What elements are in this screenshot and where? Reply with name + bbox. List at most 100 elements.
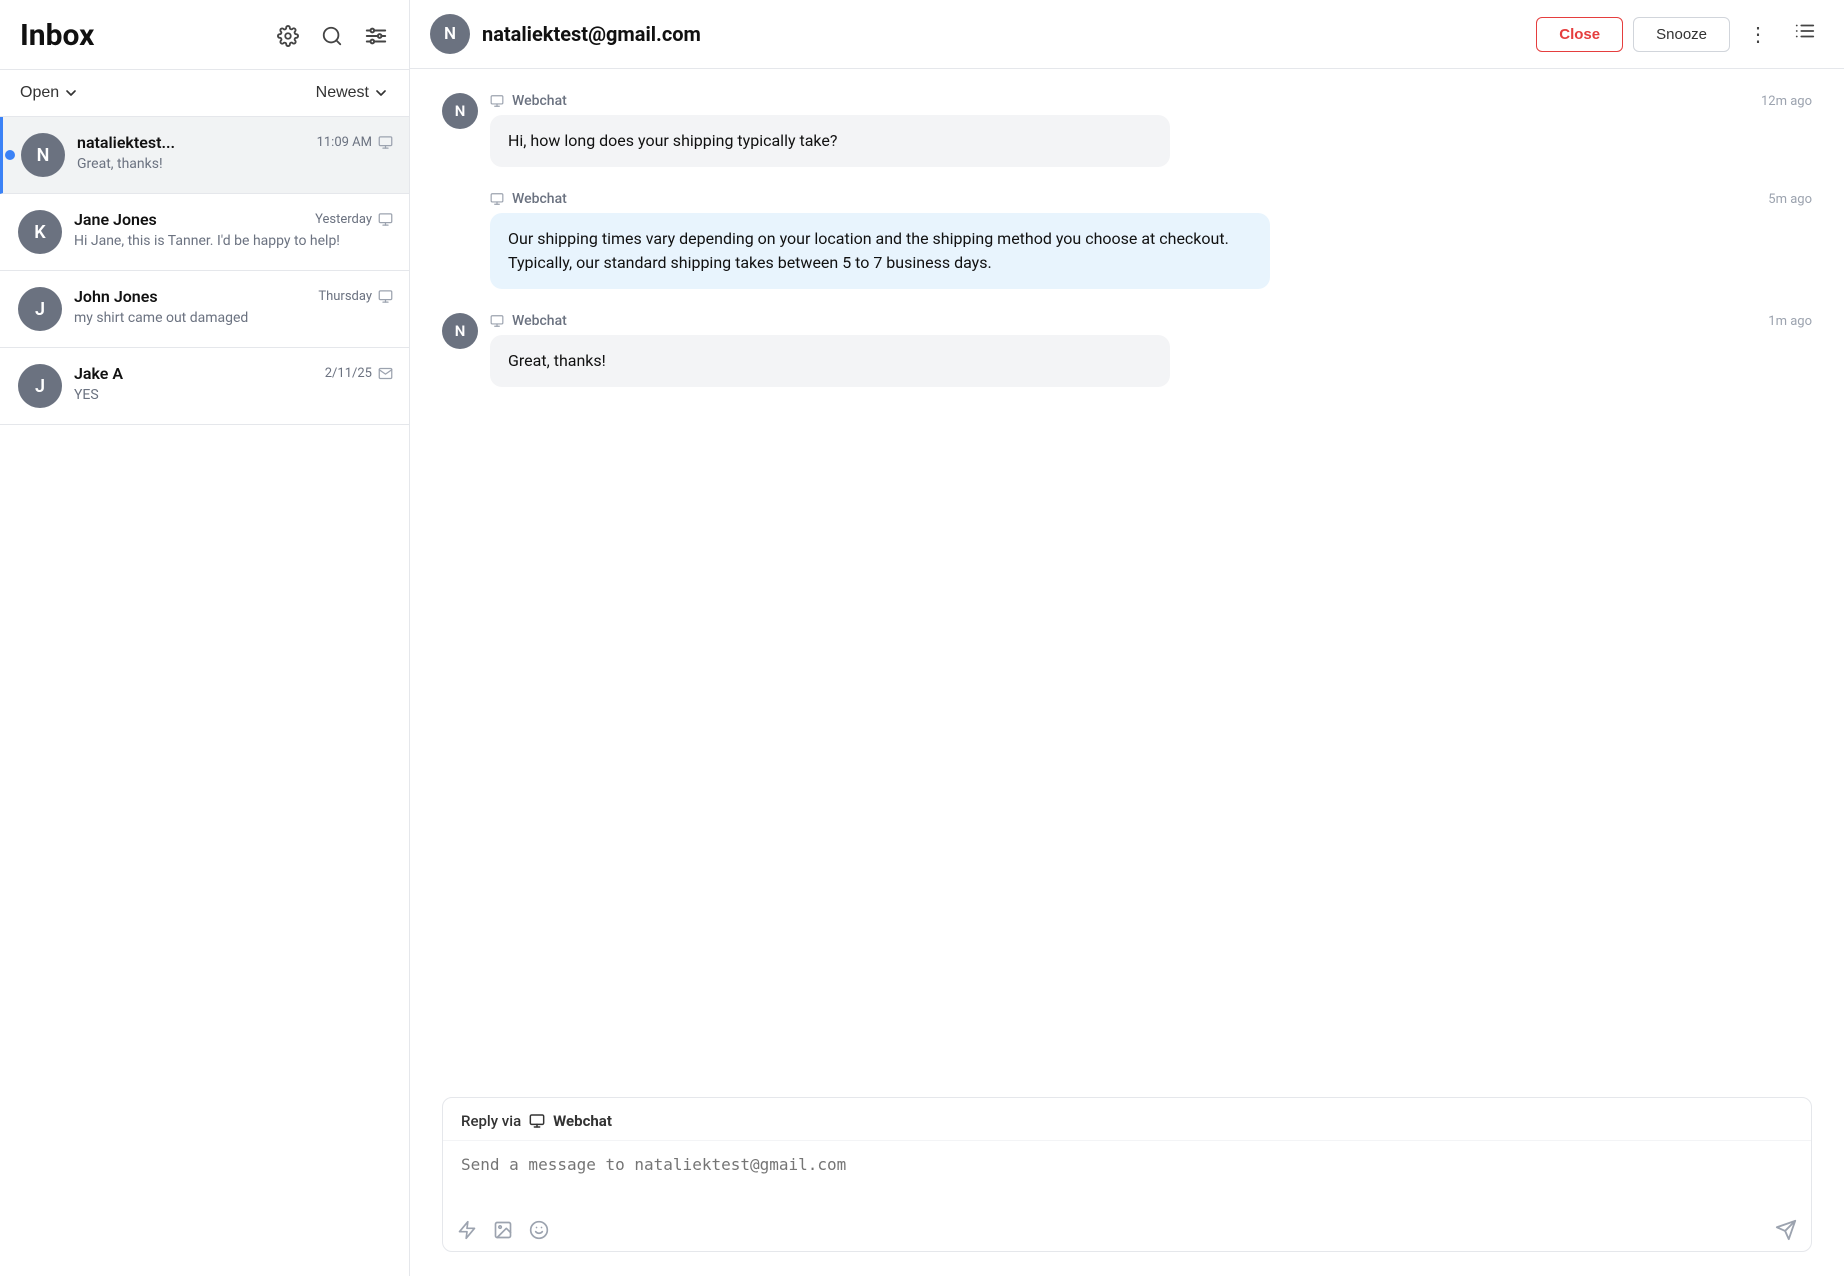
sort-filter[interactable]: Newest: [316, 84, 389, 102]
msg-content: Webchat 12m ago Hi, how long does your s…: [490, 93, 1812, 167]
conv-preview: Great, thanks!: [77, 156, 357, 172]
left-header-icons: [275, 23, 389, 49]
conv-time: Yesterday: [315, 212, 372, 227]
list-item[interactable]: N nataliektest... 11:09 AM Great, thanks…: [0, 117, 409, 194]
avatar: N: [21, 133, 65, 177]
list-item[interactable]: J John Jones Thursday my shirt came out …: [0, 271, 409, 348]
webchat-icon: [490, 94, 504, 108]
right-panel: N nataliektest@gmail.com Close Snooze ⋮: [410, 0, 1844, 1276]
send-button[interactable]: [1775, 1219, 1797, 1241]
right-header: N nataliektest@gmail.com Close Snooze ⋮: [410, 0, 1844, 69]
conv-content: Jake A 2/11/25 YES: [74, 364, 393, 403]
send-icon: [1775, 1219, 1797, 1241]
conv-time: 2/11/25: [325, 366, 372, 381]
msg-channel: Webchat: [512, 191, 567, 207]
conv-top: Jane Jones Yesterday: [74, 210, 393, 229]
msg-bubble-blue: Our shipping times vary depending on you…: [490, 213, 1270, 289]
more-options-button[interactable]: ⋮: [1740, 18, 1776, 51]
channel-icon: [378, 212, 393, 227]
filter-icon: [365, 25, 387, 47]
search-icon: [321, 25, 343, 47]
close-button[interactable]: Close: [1536, 17, 1623, 52]
image-icon: [493, 1220, 513, 1240]
conv-name: Jane Jones: [74, 210, 157, 229]
conv-time: Thursday: [318, 289, 372, 304]
conv-time: 11:09 AM: [317, 135, 372, 150]
msg-avatar: N: [442, 93, 478, 129]
snooze-button[interactable]: Snooze: [1633, 17, 1730, 52]
settings-button[interactable]: [275, 23, 301, 49]
msg-time: 1m ago: [1768, 314, 1812, 329]
conv-time-wrap: 11:09 AM: [317, 135, 393, 150]
message-group: N Webchat 12m ago Hi, how long does your…: [442, 93, 1812, 167]
conv-content: John Jones Thursday my shirt came out da…: [74, 287, 393, 326]
webchat-icon: [490, 192, 504, 206]
reply-toolbar: [443, 1211, 1811, 1251]
quick-reply-button[interactable]: [457, 1220, 477, 1240]
conv-top: nataliektest... 11:09 AM: [77, 133, 393, 152]
channel-icon: [378, 135, 393, 150]
search-button[interactable]: [319, 23, 345, 49]
msg-bubble-wrap: Hi, how long does your shipping typicall…: [490, 115, 1812, 167]
conv-preview: Hi Jane, this is Tanner. I'd be happy to…: [74, 233, 354, 249]
unread-indicator: [5, 150, 15, 160]
list-item[interactable]: J Jake A 2/11/25 YES: [0, 348, 409, 425]
message-group: N Webchat 1m ago Great, thanks!: [442, 313, 1812, 387]
filter-button[interactable]: [363, 23, 389, 49]
msg-content: Webchat 1m ago Great, thanks!: [490, 313, 1812, 387]
messages-area: N Webchat 12m ago Hi, how long does your…: [410, 69, 1844, 1081]
avatar: J: [18, 287, 62, 331]
status-filter[interactable]: Open: [20, 84, 79, 102]
chevron-down-icon-2: [373, 85, 389, 101]
conv-time-wrap: Yesterday: [315, 212, 393, 227]
conv-name: nataliektest...: [77, 133, 175, 152]
filter-row: Open Newest: [0, 70, 409, 117]
msg-avatar: N: [442, 313, 478, 349]
conv-name: John Jones: [74, 287, 158, 306]
chevron-down-icon: [63, 85, 79, 101]
conv-time-wrap: Thursday: [318, 289, 393, 304]
reply-via-label: Reply via Webchat: [443, 1098, 1811, 1141]
emoji-icon: [529, 1220, 549, 1240]
emoji-button[interactable]: [529, 1220, 549, 1240]
webchat-reply-icon: [529, 1113, 545, 1129]
conv-time-wrap: 2/11/25: [325, 366, 393, 381]
right-header-avatar: N: [430, 14, 470, 54]
list-icon: [1794, 20, 1816, 42]
msg-bubble-wrap: Our shipping times vary depending on you…: [490, 213, 1812, 289]
msg-bubble: Hi, how long does your shipping typicall…: [490, 115, 1170, 167]
gear-icon: [277, 25, 299, 47]
msg-header: Webchat 5m ago: [490, 191, 1812, 207]
msg-header: Webchat 1m ago: [490, 313, 1812, 329]
msg-content: Webchat 5m ago Our shipping times vary d…: [490, 191, 1812, 289]
channel-icon: [378, 289, 393, 304]
channel-icon-email: [378, 366, 393, 381]
conv-name: Jake A: [74, 364, 123, 383]
reply-channel-name: Webchat: [553, 1112, 612, 1130]
contact-email: nataliektest@gmail.com: [482, 22, 1524, 46]
msg-time: 12m ago: [1761, 94, 1812, 109]
left-panel: Inbox: [0, 0, 410, 1276]
conversation-list: N nataliektest... 11:09 AM Great, thanks…: [0, 117, 409, 1276]
msg-time: 5m ago: [1768, 192, 1812, 207]
avatar: J: [18, 364, 62, 408]
conv-top: Jake A 2/11/25: [74, 364, 393, 383]
reply-textarea[interactable]: [443, 1141, 1811, 1207]
msg-bubble: Great, thanks!: [490, 335, 1170, 387]
list-item[interactable]: K Jane Jones Yesterday Hi Jane, this is …: [0, 194, 409, 271]
list-view-button[interactable]: [1786, 16, 1824, 52]
conv-top: John Jones Thursday: [74, 287, 393, 306]
inbox-title: Inbox: [20, 18, 94, 53]
avatar: K: [18, 210, 62, 254]
conv-content: Jane Jones Yesterday Hi Jane, this is Ta…: [74, 210, 393, 249]
header-action-btns: Close Snooze ⋮: [1536, 16, 1824, 52]
conv-content: nataliektest... 11:09 AM Great, thanks!: [77, 133, 393, 172]
msg-header: Webchat 12m ago: [490, 93, 1812, 109]
conv-preview: my shirt came out damaged: [74, 310, 354, 326]
attach-image-button[interactable]: [493, 1220, 513, 1240]
message-group: Webchat 5m ago Our shipping times vary d…: [490, 191, 1812, 289]
lightning-icon: [457, 1220, 477, 1240]
conv-preview: YES: [74, 387, 354, 403]
left-header: Inbox: [0, 0, 409, 70]
webchat-icon: [490, 314, 504, 328]
